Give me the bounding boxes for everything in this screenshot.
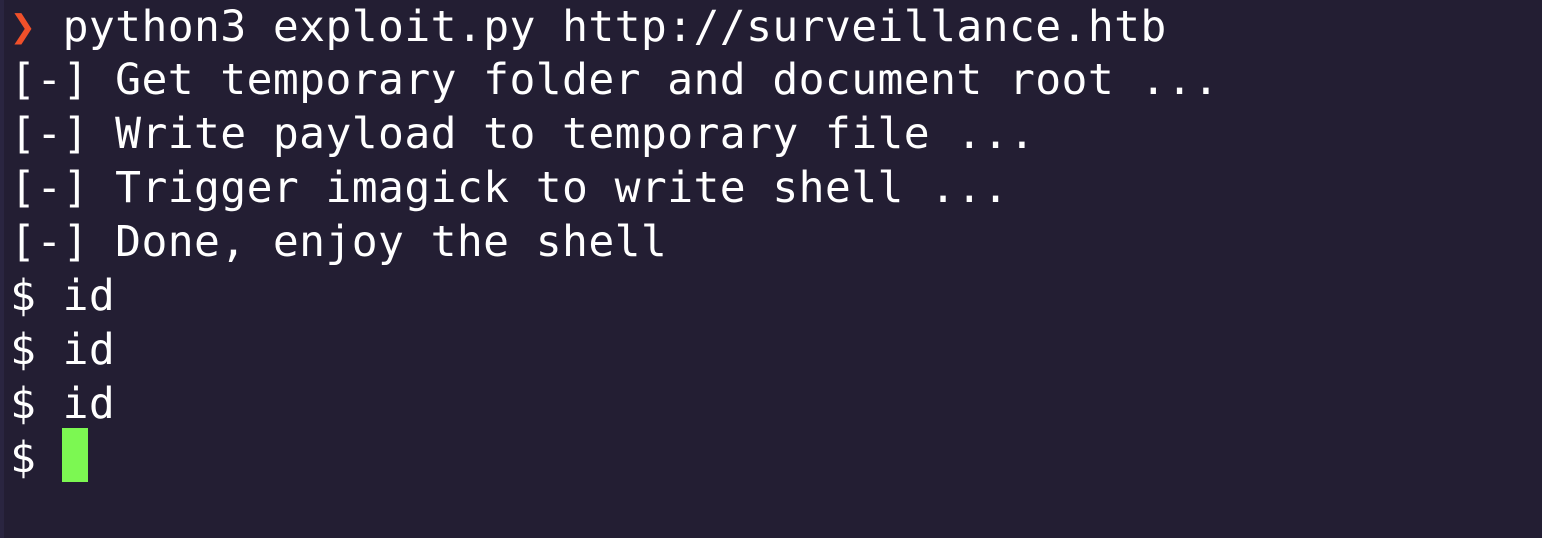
- shell-line: $ id: [10, 379, 116, 429]
- output-line: [-] Trigger imagick to write shell ...: [10, 163, 1009, 213]
- output-line: [-] Write payload to temporary file ...: [10, 109, 1036, 159]
- shell-line: $ id: [10, 271, 116, 321]
- current-prompt[interactable]: $: [10, 431, 63, 485]
- output-line: [-] Done, enjoy the shell: [10, 217, 668, 267]
- terminal-window[interactable]: ❯ python3 exploit.py http://surveillance…: [0, 0, 1542, 538]
- text-cursor: [62, 428, 88, 482]
- output-line: [-] Get temporary folder and document ro…: [10, 55, 1220, 105]
- shell-line: $ id: [10, 325, 116, 375]
- prompt-arrow-icon: ❯: [10, 2, 37, 52]
- command-text: python3 exploit.py http://surveillance.h…: [62, 2, 1167, 52]
- window-edge: [0, 0, 4, 538]
- command-line: ❯ python3 exploit.py http://surveillance…: [10, 0, 1167, 54]
